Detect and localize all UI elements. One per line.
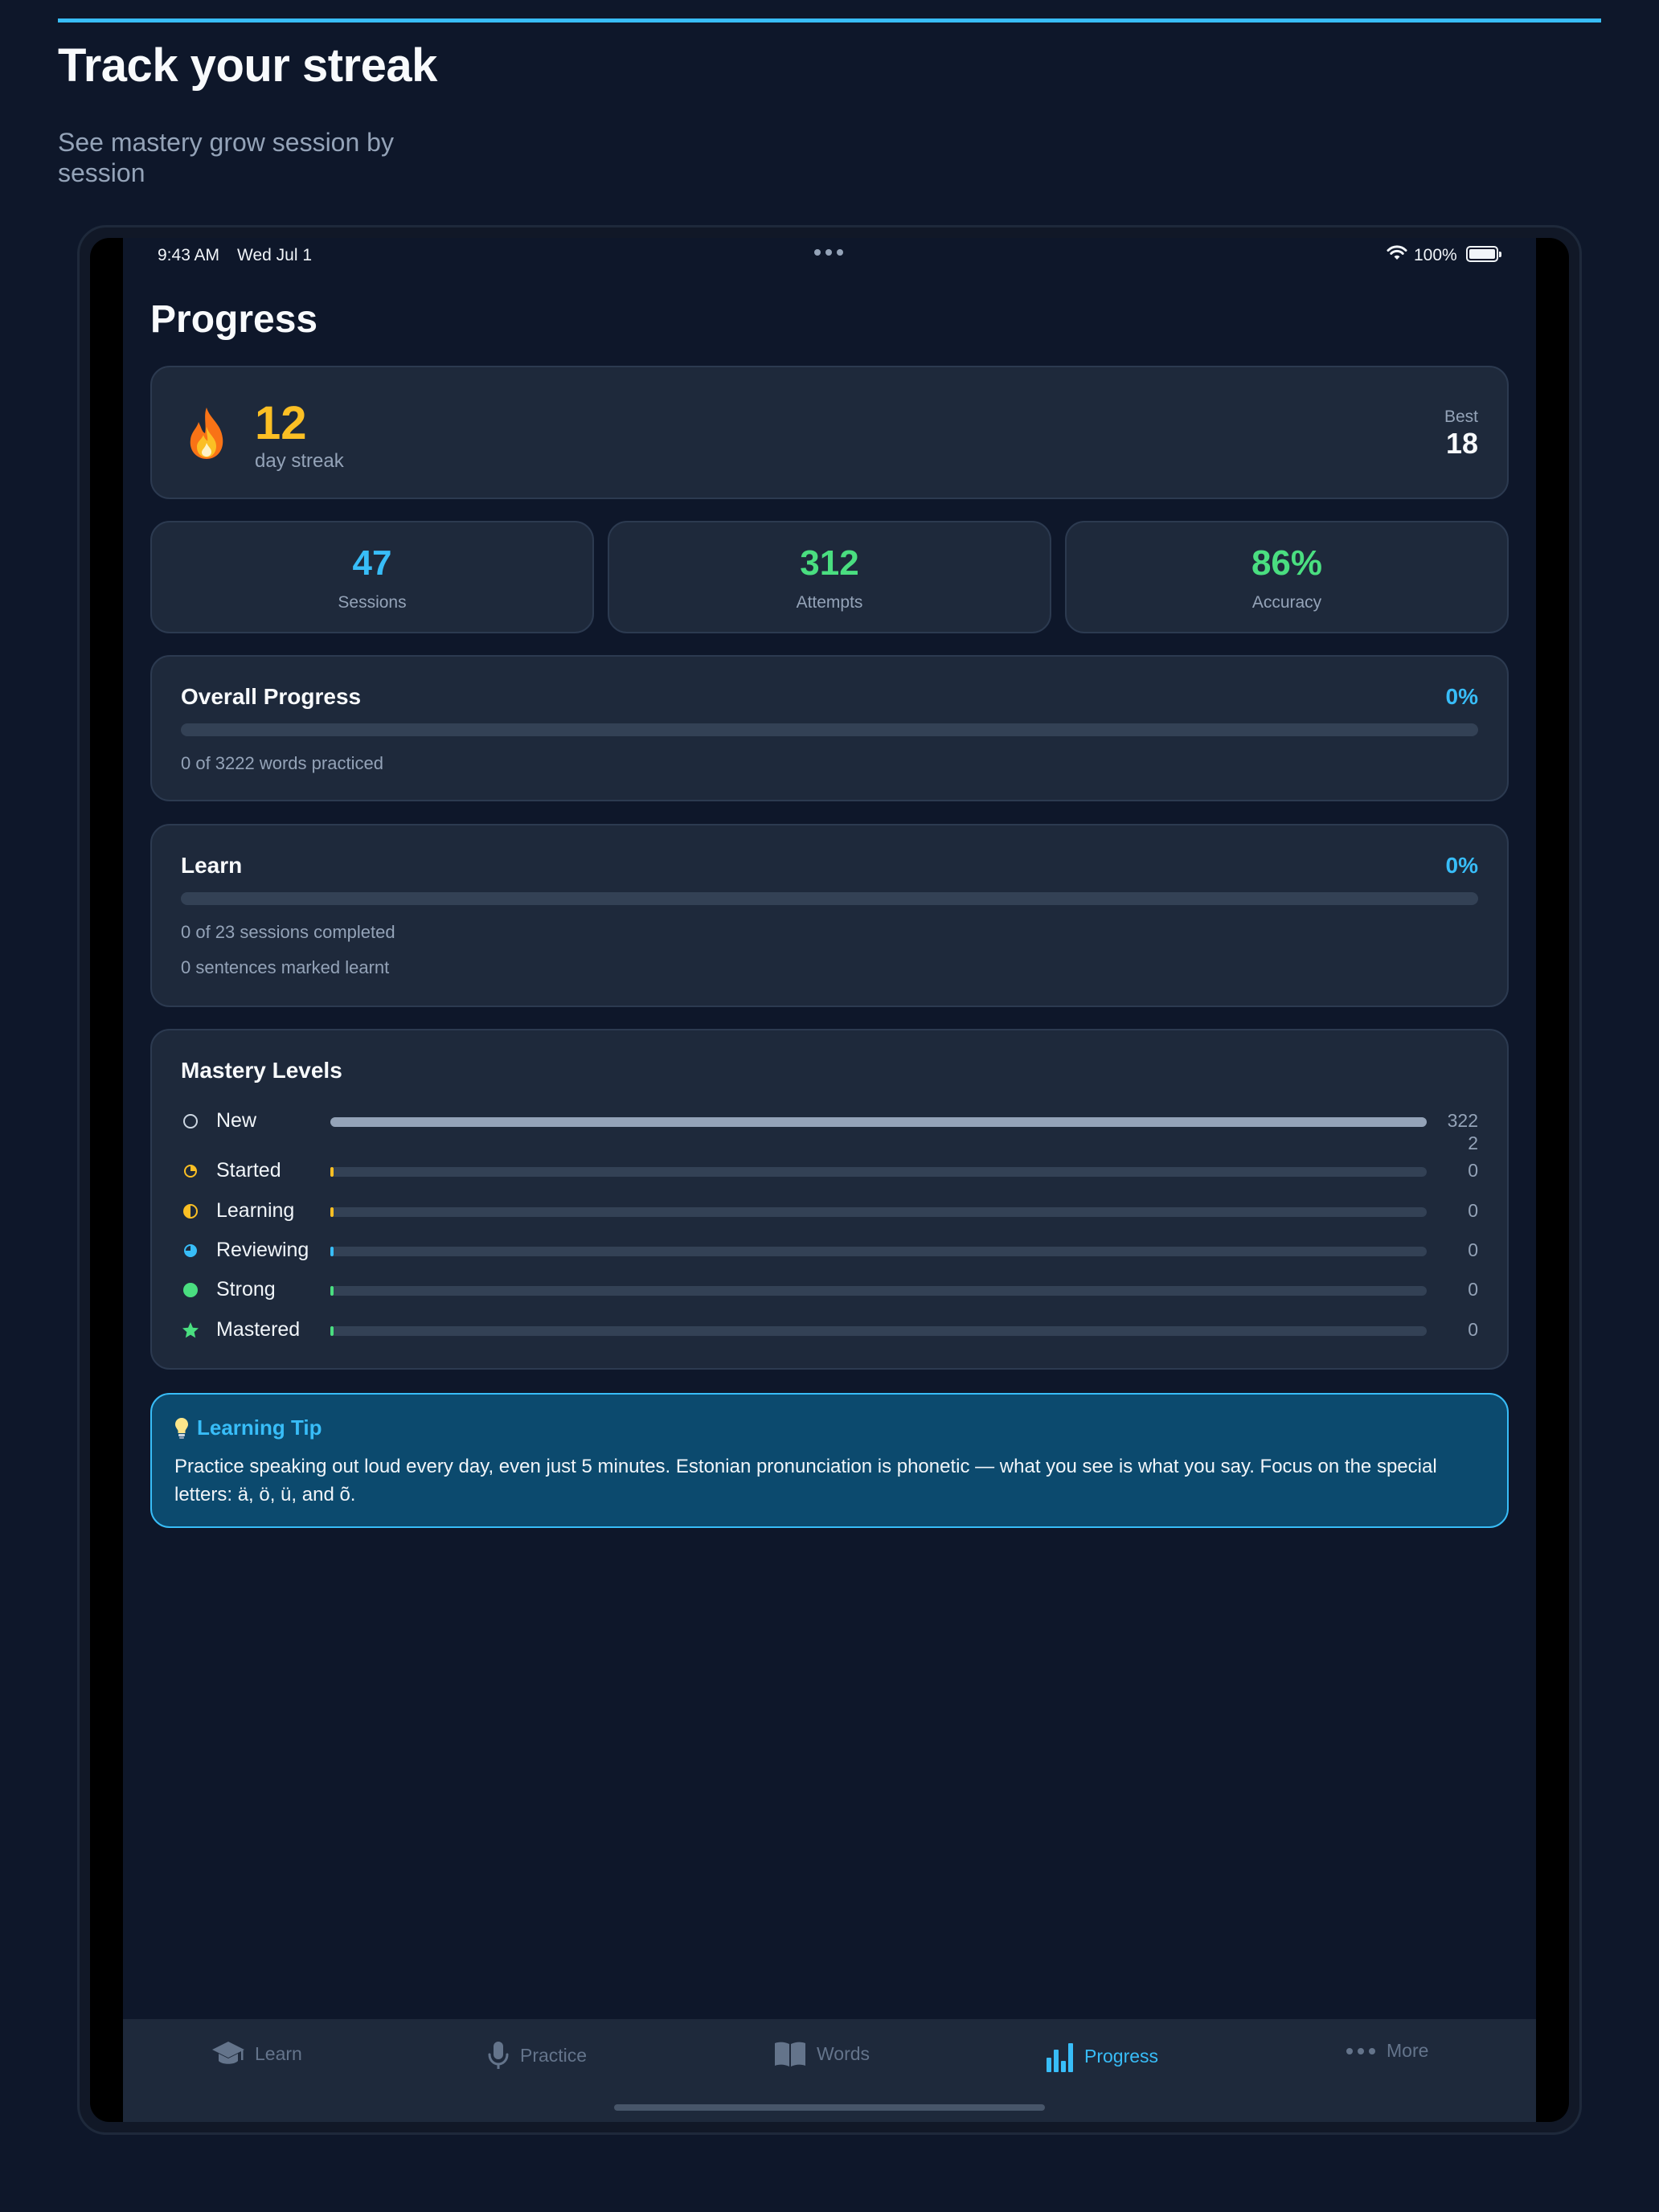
mastery-count: 0 (1468, 1239, 1478, 1260)
stat-card-attempts: 312 Attempts (608, 521, 1051, 633)
mastery-label: Started (216, 1159, 281, 1182)
overall-progress-title: Overall Progress (181, 684, 362, 709)
graduation-cap-icon (212, 2042, 244, 2064)
mastery-bar (330, 1326, 1427, 1336)
mastery-bar (330, 1207, 1427, 1217)
full-circle-icon (181, 1280, 200, 1300)
tab-label: More (1387, 2040, 1429, 2061)
tablet-screen: 9:43 AM Wed Jul 1 100% Progress 12 day s… (123, 238, 1536, 2122)
status-bar: 9:43 AM Wed Jul 1 100% (123, 238, 1536, 270)
mastery-count: 3222 (1447, 1110, 1478, 1153)
mastery-bar-fill (330, 1207, 334, 1217)
status-time: 9:43 AM (158, 246, 220, 264)
wifi-icon (1387, 245, 1407, 260)
tab-learn[interactable]: Learn (211, 2040, 302, 2067)
quarter-circle-icon (181, 1161, 200, 1181)
tab-label: Progress (1084, 2045, 1159, 2067)
hero-subtitle: See mastery grow session by session (58, 128, 394, 187)
learn-sessions-detail: 0 of 23 sessions completed (181, 922, 395, 942)
mastery-bar-fill (330, 1326, 334, 1336)
empty-circle-icon (181, 1112, 200, 1131)
mastery-bar-fill (330, 1117, 1427, 1127)
mastery-bar-fill (330, 1247, 334, 1256)
mastery-count: 0 (1468, 1200, 1478, 1221)
mastery-count: 0 (1468, 1319, 1478, 1340)
stat-value: 312 (800, 543, 859, 583)
microphone-icon (488, 2042, 509, 2069)
overall-progress-bar (181, 723, 1478, 736)
multitasking-dots-icon[interactable] (814, 244, 843, 256)
mastery-row-reviewing: Reviewing 0 (181, 1237, 1478, 1264)
mastery-label: Mastered (216, 1318, 301, 1341)
mastery-bar-fill (330, 1286, 334, 1296)
best-streak-value: 18 (1445, 427, 1478, 460)
stat-label: Attempts (796, 593, 863, 612)
learn-sentences-detail: 0 sentences marked learnt (181, 957, 390, 977)
streak-label: day streak (255, 450, 344, 472)
learn-progress-title: Learn (181, 853, 243, 878)
mastery-levels-title: Mastery Levels (181, 1058, 342, 1083)
mastery-label: Reviewing (216, 1239, 309, 1261)
mastery-row-learning: Learning 0 (181, 1198, 1478, 1225)
stat-value: 86% (1251, 543, 1323, 583)
stat-card-accuracy: 86% Accuracy (1065, 521, 1509, 633)
book-icon (775, 2042, 805, 2067)
lightbulb-icon (175, 1417, 188, 1439)
stat-value: 47 (352, 543, 392, 583)
tab-label: Words (817, 2042, 870, 2064)
hero-title: Track your streak (58, 39, 437, 92)
learning-tip-header: Learning Tip (174, 1415, 322, 1440)
top-accent-rule (58, 18, 1601, 23)
tab-more[interactable]: More (1345, 2040, 1428, 2062)
learning-tip-title: Learning Tip (197, 1415, 322, 1440)
three-quarter-circle-icon (181, 1241, 200, 1260)
mastery-bar-fill (330, 1167, 334, 1177)
flame-icon (190, 408, 223, 459)
home-indicator[interactable] (614, 2104, 1045, 2111)
mastery-row-new: New 3222 (181, 1108, 1478, 1153)
page-title: Progress (150, 298, 318, 341)
mastery-bar (330, 1117, 1427, 1127)
learning-tip-body: Practice speaking out loud every day, ev… (174, 1456, 1437, 1505)
mastery-count: 0 (1468, 1160, 1478, 1181)
status-date: Wed Jul 1 (237, 246, 312, 264)
learn-progress-percent: 0% (1445, 853, 1478, 878)
overall-progress-card: Overall Progress 0% 0 of 3222 words prac… (150, 655, 1509, 801)
mastery-levels-card: Mastery Levels New 3222 Started 0 Learni… (150, 1029, 1509, 1370)
streak-count: 12 (255, 397, 307, 449)
stat-card-sessions: 47 Sessions (150, 521, 594, 633)
mastery-row-mastered: Mastered 0 (181, 1317, 1478, 1344)
mastery-row-strong: Strong 0 (181, 1276, 1478, 1304)
learn-progress-card: Learn 0% 0 of 23 sessions completed 0 se… (150, 824, 1509, 1007)
tab-label: Practice (520, 2044, 588, 2066)
stat-label: Sessions (338, 593, 407, 612)
tab-words[interactable]: Words (773, 2040, 870, 2067)
learning-tip-card: Learning Tip Practice speaking out loud … (150, 1393, 1509, 1528)
mastery-label: New (216, 1109, 257, 1132)
battery-icon (1466, 246, 1501, 262)
half-circle-icon (181, 1202, 200, 1221)
tab-label: Learn (255, 2042, 302, 2064)
battery-percent: 100% (1414, 246, 1457, 264)
streak-card: 12 day streak Best 18 (150, 366, 1509, 499)
mastery-row-started: Started 0 (181, 1157, 1478, 1185)
tab-progress[interactable]: Progress (1046, 2040, 1158, 2072)
overall-progress-detail: 0 of 3222 words practiced (181, 753, 383, 773)
tab-practice[interactable]: Practice (486, 2040, 587, 2071)
ellipsis-icon (1346, 2047, 1375, 2054)
bar-chart-icon (1047, 2043, 1073, 2072)
mastery-label: Strong (216, 1278, 276, 1301)
mastery-count: 0 (1468, 1279, 1478, 1300)
star-icon (181, 1321, 200, 1340)
mastery-label: Learning (216, 1199, 295, 1222)
best-streak-label: Best (1444, 408, 1478, 426)
mastery-bar (330, 1167, 1427, 1177)
mastery-bar (330, 1247, 1427, 1256)
learn-progress-bar (181, 892, 1478, 905)
mastery-bar (330, 1286, 1427, 1296)
stat-label: Accuracy (1251, 593, 1322, 612)
overall-progress-percent: 0% (1445, 684, 1478, 709)
